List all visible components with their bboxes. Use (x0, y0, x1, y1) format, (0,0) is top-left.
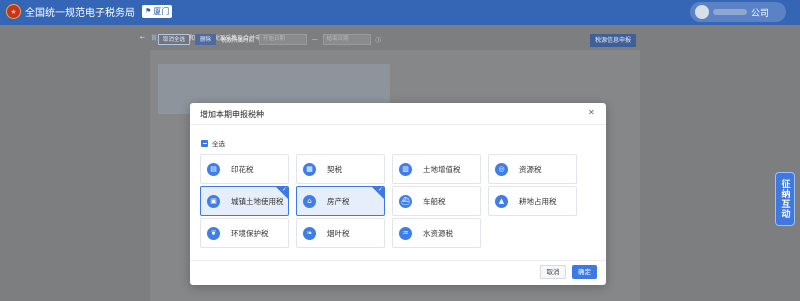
tax-option-label: 契税 (327, 165, 342, 174)
top-header: ★ 全国统一规范电子税务局 ⚑ 厦门 公司 (0, 0, 800, 25)
environment-icon: ❦ (207, 227, 220, 240)
tax-option-label: 资源税 (519, 165, 542, 174)
range-separator: — (312, 36, 318, 43)
company-name-suffix: 公司 (751, 8, 770, 19)
tax-option-label: 水资源税 (423, 229, 453, 238)
tax-option-land-value[interactable]: ▥ 土地增值税 (392, 154, 481, 184)
brand: ★ 全国统一规范电子税务局 ⚑ 厦门 (6, 4, 173, 19)
site-title: 全国统一规范电子税务局 (25, 8, 135, 19)
water-icon: ♒ (399, 227, 412, 240)
close-icon[interactable]: ✕ (588, 108, 595, 117)
vehicle-vessel-icon: ⛴ (399, 195, 412, 208)
tax-option-vehicle-vessel[interactable]: ⛴ 车船税 (392, 186, 481, 216)
city-switcher[interactable]: ⚑ 厦门 (142, 5, 173, 18)
toolbar: 取消全选 删除 税款所属时间 开始日期 — 结束日期 ⓘ (158, 34, 381, 45)
urban-land-icon: ▣ (207, 195, 220, 208)
national-emblem-icon: ★ (6, 4, 21, 19)
user-menu[interactable]: 公司 (690, 2, 786, 22)
city-label: 厦门 (153, 7, 170, 16)
tax-option-deed[interactable]: ▦ 契税 (296, 154, 385, 184)
cancel-button[interactable]: 取消 (540, 265, 566, 279)
tax-option-label: 车船税 (423, 197, 446, 206)
tax-option-urban-land[interactable]: ▣ 城镇土地使用税 ✓ (200, 186, 289, 216)
farmland-icon: ▲ (495, 195, 508, 208)
back-arrow-icon[interactable]: ← (140, 34, 145, 41)
resource-icon: ◎ (495, 163, 508, 176)
tax-option-resource[interactable]: ◎ 资源税 (488, 154, 577, 184)
land-value-icon: ▥ (399, 163, 412, 176)
tax-option-farmland[interactable]: ▲ 耕地占用税 (488, 186, 577, 216)
tax-option-label: 印花税 (231, 165, 254, 174)
start-date-input[interactable]: 开始日期 (259, 34, 308, 45)
masked-company-name (713, 9, 747, 15)
tax-option-water[interactable]: ♒ 水资源税 (392, 218, 481, 248)
stamp-icon: ▤ (207, 163, 220, 176)
tax-option-property[interactable]: ⌂ 房产税 ✓ (296, 186, 385, 216)
check-icon: ✓ (281, 186, 287, 193)
dialog-header: 增加本期申报税种 ✕ (190, 103, 606, 125)
tax-option-environment[interactable]: ❦ 环境保护税 (200, 218, 289, 248)
check-icon: ✓ (377, 186, 383, 193)
confirm-button[interactable]: 确定 (572, 265, 597, 279)
tax-option-label: 环境保护税 (231, 229, 269, 238)
tax-option-label: 烟叶税 (327, 229, 350, 238)
info-icon[interactable]: ⓘ (376, 36, 382, 44)
tax-option-label: 耕地占用税 (519, 197, 557, 206)
tax-option-stamp[interactable]: ▤ 印花税 (200, 154, 289, 184)
checkbox-indeterminate-icon (201, 139, 208, 147)
property-icon: ⌂ (303, 195, 316, 208)
declare-button[interactable]: 税源信息申报 (590, 34, 637, 47)
cancel-select-button[interactable]: 取消全选 (158, 34, 191, 45)
tax-option-label: 土地增值税 (423, 165, 461, 174)
avatar (695, 5, 709, 19)
location-pin-icon: ⚑ (145, 7, 152, 15)
interaction-float-button[interactable]: 征纳互动 (775, 172, 795, 226)
period-label: 税款所属时间 (221, 37, 255, 44)
tax-option-tobacco[interactable]: ❧ 烟叶税 (296, 218, 385, 248)
tobacco-icon: ❧ (303, 227, 316, 240)
select-all-label: 全选 (212, 140, 225, 148)
end-date-input[interactable]: 结束日期 (322, 34, 371, 45)
add-tax-type-dialog: 增加本期申报税种 ✕ 全选 ▤ 印花税 ▦ 契税 ▥ 土地增值税 ◎ 资源税 ▣… (190, 103, 606, 285)
delete-button[interactable]: 删除 (195, 34, 217, 45)
deed-icon: ▦ (303, 163, 316, 176)
tax-option-label: 房产税 (327, 197, 350, 206)
dialog-title: 增加本期申报税种 (200, 110, 264, 119)
select-all-checkbox[interactable]: 全选 (201, 138, 225, 148)
